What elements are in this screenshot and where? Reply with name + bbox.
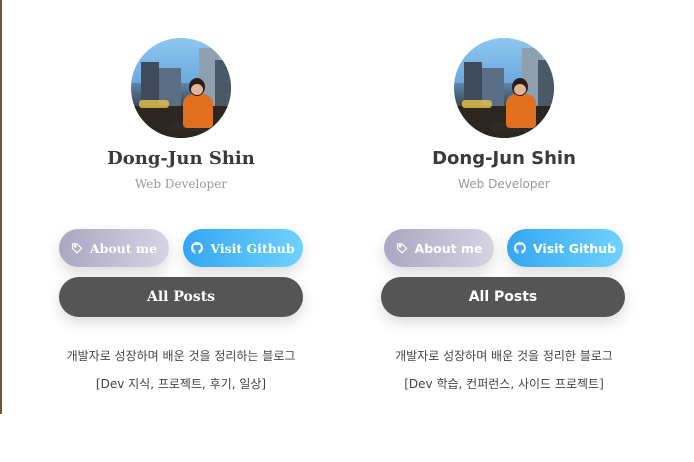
profile-role: Web Developer	[458, 177, 550, 191]
visit-github-button[interactable]: Visit Github	[183, 229, 303, 267]
avatar	[131, 38, 231, 138]
all-posts-label: All Posts	[146, 289, 216, 305]
profile-card-left: Dong-Jun Shin Web Developer About me Vis…	[46, 0, 316, 414]
visit-github-label: Visit Github	[210, 240, 295, 256]
github-icon	[513, 242, 526, 254]
profile-card-right: Dong-Jun Shin Web Developer About me Vis…	[369, 0, 639, 414]
tag-icon	[396, 242, 408, 254]
about-me-button[interactable]: About me	[384, 229, 494, 267]
about-me-button[interactable]: About me	[59, 229, 169, 267]
visit-github-label: Visit Github	[532, 240, 617, 256]
all-posts-label: All Posts	[468, 289, 538, 305]
profile-name: Dong-Jun Shin	[107, 148, 255, 169]
all-posts-button[interactable]: All Posts	[59, 277, 303, 317]
about-me-label: About me	[414, 240, 483, 256]
tag-icon	[71, 242, 83, 254]
blog-description: 개발자로 성장하며 배운 것을 정리하는 블로그	[66, 349, 296, 363]
blog-description: 개발자로 성장하며 배운 것을 정리한 블로그	[395, 349, 613, 363]
blog-categories: [Dev 학습, 컨퍼런스, 사이드 프로젝트]	[404, 377, 604, 391]
all-posts-button[interactable]: All Posts	[381, 277, 625, 317]
about-me-label: About me	[89, 240, 158, 256]
github-icon	[191, 242, 204, 254]
visit-github-button[interactable]: Visit Github	[507, 229, 623, 267]
avatar	[454, 38, 554, 138]
left-border	[0, 0, 2, 414]
profile-role: Web Developer	[134, 177, 228, 191]
profile-name: Dong-Jun Shin	[432, 148, 576, 169]
blog-categories: [Dev 지식, 프로젝트, 후기, 일상]	[95, 377, 267, 391]
